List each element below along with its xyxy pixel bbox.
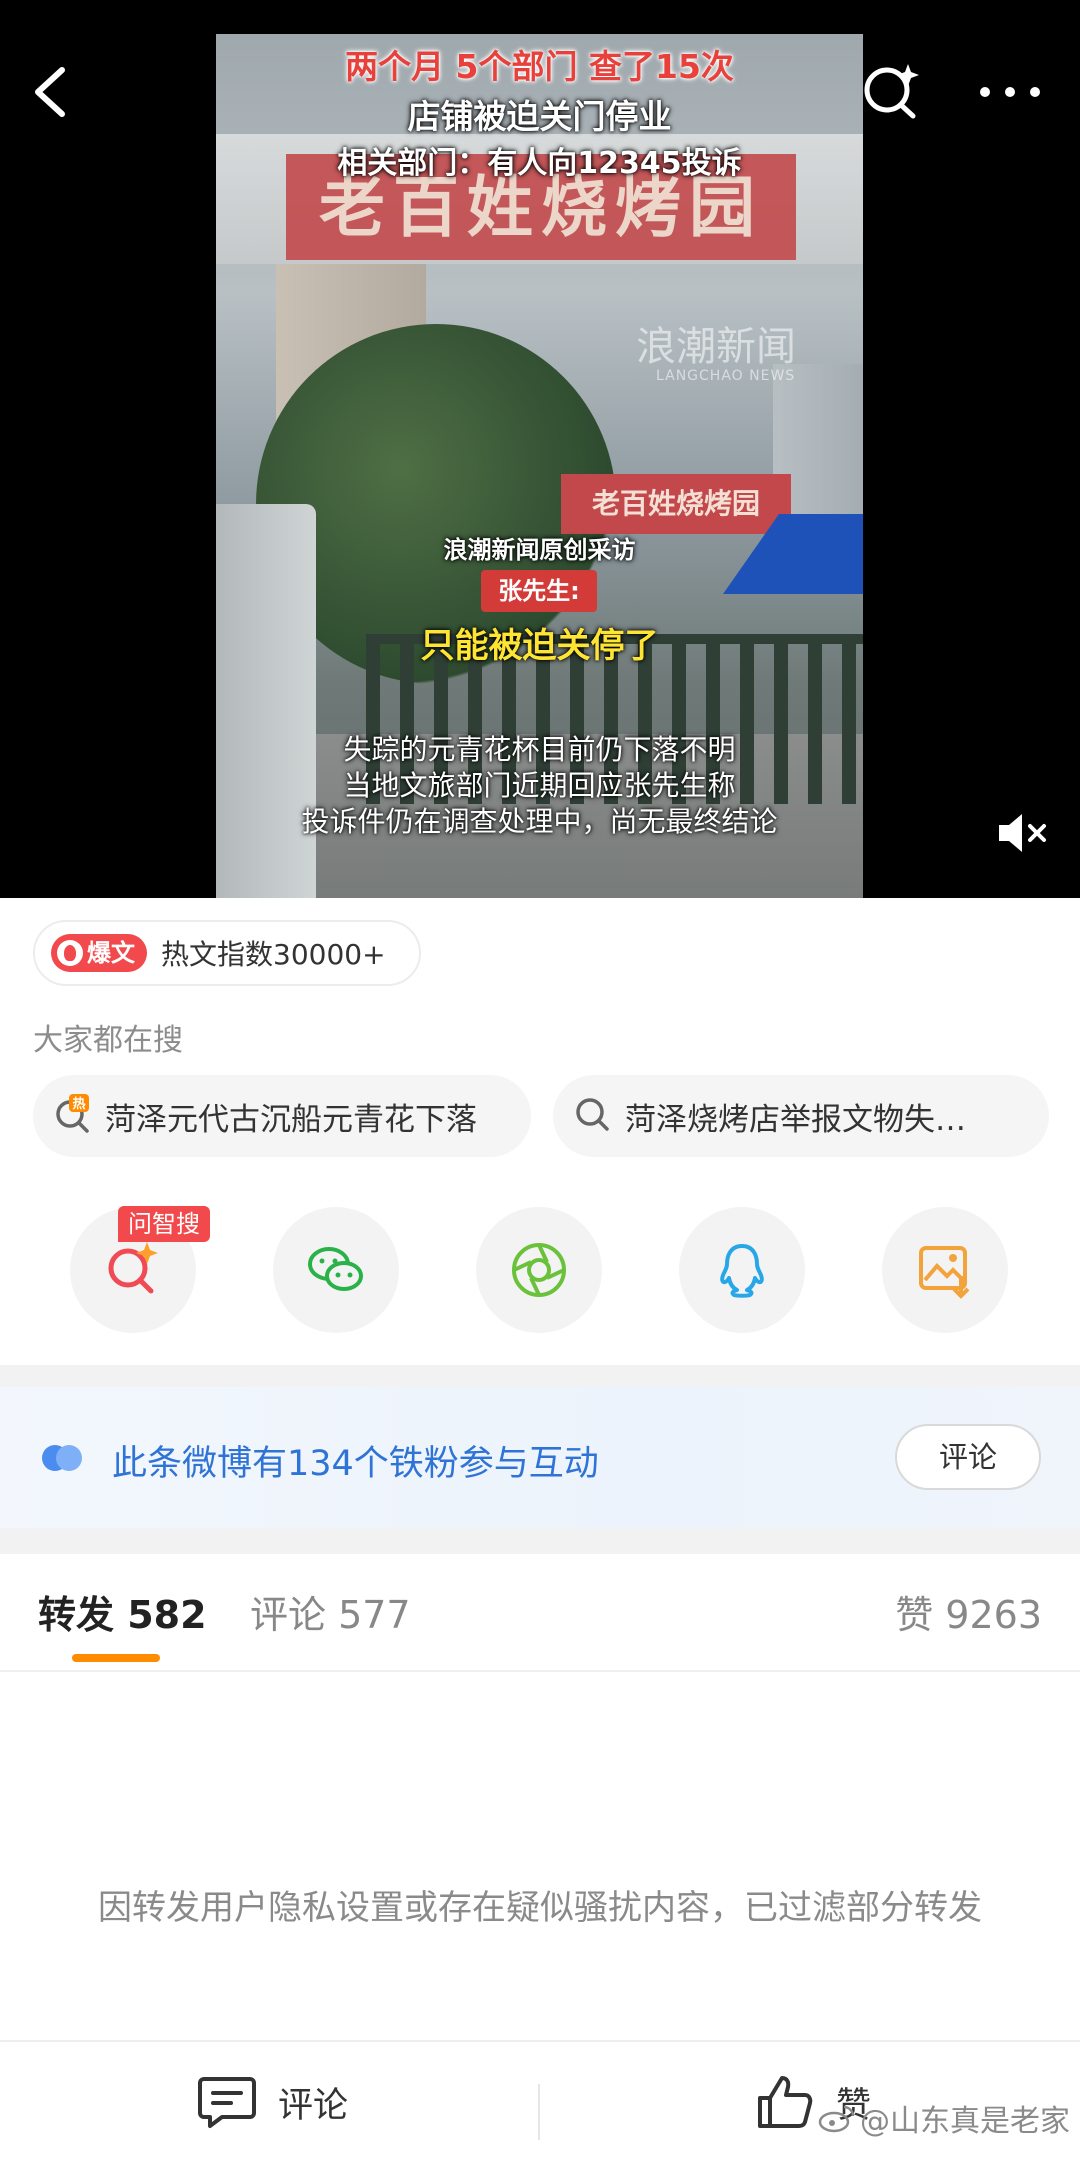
hot-index-badge[interactable]: 爆文 热文指数30000+: [33, 920, 421, 986]
back-icon[interactable]: [28, 62, 76, 122]
search-icon: [573, 1094, 613, 1138]
share-wechat-button[interactable]: [273, 1207, 399, 1333]
thumbs-up-icon: [758, 2076, 813, 2128]
wechat-icon: [308, 1247, 363, 1291]
share-qq-button[interactable]: [679, 1207, 805, 1333]
hot-tag: 爆文: [51, 934, 147, 972]
subtitle-line3: 投诉件仍在调查处理中，尚无最终结论: [301, 805, 778, 838]
video-player[interactable]: 老百姓烧烤园 老百姓烧烤园 浪潮新闻 LANGCHAO NEWS 两个月 5个部…: [0, 0, 1080, 898]
interaction-tabs: 转发 582 评论 577 赞 9263: [0, 1554, 1080, 1672]
wenzhisou-badge: 问智搜: [118, 1206, 210, 1242]
search-chip-2[interactable]: 菏泽烧烤店举报文物失…: [553, 1075, 1049, 1157]
ai-search-icon[interactable]: [860, 60, 922, 122]
mute-icon[interactable]: [995, 808, 1050, 858]
headline-line3: 相关部门：有人向12345投诉: [337, 146, 742, 181]
filtered-repost-notice: 因转发用户隐私设置或存在疑似骚扰内容，已过滤部分转发: [98, 1888, 982, 1928]
bar-divider: [538, 2084, 540, 2140]
subtitle-line2: 当地文旅部门近期回应张先生称: [343, 769, 736, 802]
search-chip-text: 菏泽元代古沉船元青花下落: [105, 1101, 477, 1138]
flame-icon: [57, 940, 83, 966]
watermark: 浪潮新闻: [636, 324, 796, 370]
save-image-button[interactable]: [882, 1207, 1008, 1333]
weibo-logo-icon: [818, 2105, 855, 2133]
trending-search-title: 大家都在搜: [33, 1023, 183, 1058]
tab-like[interactable]: 赞 9263: [895, 1584, 1042, 1639]
hot-search-icon: 热: [53, 1094, 93, 1138]
fan-interaction-banner[interactable]: 此条微博有134个铁粉参与互动 评论: [0, 1387, 1080, 1528]
fan-comment-button[interactable]: 评论: [895, 1424, 1041, 1490]
tab-repost[interactable]: 转发 582: [38, 1584, 207, 1639]
hot-tag-label: 爆文: [87, 939, 135, 967]
share-moments-button[interactable]: [476, 1207, 602, 1333]
tab-comment[interactable]: 评论 577: [250, 1584, 411, 1639]
headline-line1: 两个月 5个部门 查了15次: [345, 47, 734, 86]
comment-icon: [198, 2077, 256, 2128]
subtitle-line1: 失踪的元青花杯目前仍下落不明: [343, 733, 736, 766]
weibo-watermark: @山东真是老家: [818, 2096, 1070, 2140]
speaker-label: 张先生:: [481, 570, 597, 612]
hot-index-text: 热文指数30000+: [161, 938, 386, 971]
fan-interaction-text: 此条微博有134个铁粉参与互动: [112, 1444, 599, 1484]
svg-text:热: 热: [72, 1096, 85, 1112]
ai-search-icon: [108, 1242, 158, 1294]
video-frame[interactable]: 老百姓烧烤园 老百姓烧烤园 浪潮新闻 LANGCHAO NEWS 两个月 5个部…: [216, 34, 863, 898]
search-chip-1[interactable]: 热 菏泽元代古沉船元青花下落: [33, 1075, 531, 1157]
more-icon[interactable]: [975, 82, 1045, 102]
source-caption: 浪潮新闻原创采访: [443, 536, 636, 564]
qq-icon: [720, 1244, 764, 1298]
fans-icon: [42, 1445, 82, 1471]
section-divider: [0, 1528, 1080, 1554]
comment-label: 评论: [278, 2085, 349, 2126]
headline-line2: 店铺被迫关门停业: [407, 97, 672, 136]
comment-button[interactable]: 评论: [198, 2042, 348, 2162]
section-divider: [0, 1365, 1080, 1387]
moments-icon: [512, 1243, 566, 1297]
active-tab-indicator: [72, 1654, 160, 1662]
save-image-icon: [919, 1246, 970, 1299]
watermark-en: LANGCHAO NEWS: [656, 368, 796, 384]
weibo-watermark-text: @山东真是老家: [860, 2104, 1070, 2139]
scene-sign-small: 老百姓烧烤园: [561, 474, 791, 534]
search-chip-text: 菏泽烧烤店举报文物失…: [625, 1101, 966, 1138]
quote-caption: 只能被迫关停了: [420, 626, 659, 666]
